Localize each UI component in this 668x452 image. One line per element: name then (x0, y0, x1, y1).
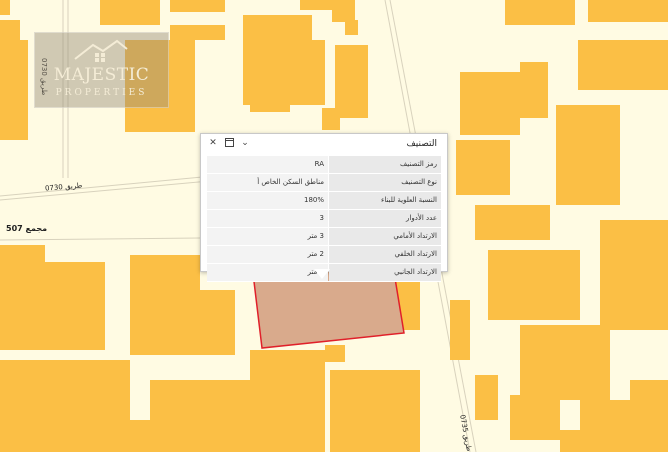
table-row: RA رمز التصنيف (207, 156, 441, 174)
row-value: 180% (207, 192, 328, 209)
row-key: الارتداد الخلفي (329, 246, 441, 263)
watermark-line2: PROPERTIES (55, 88, 148, 98)
close-icon[interactable]: ✕ (208, 138, 218, 148)
row-value: 3 متر (207, 228, 328, 245)
row-key: رمز التصنيف (329, 156, 441, 173)
row-key: عدد الأدوار (329, 210, 441, 227)
classification-popup: ✕ ⌄ التصنيف RA رمز التصنيف مناطق السكن ال… (200, 133, 448, 282)
roof-icon (74, 39, 128, 62)
table-row: 180% النسبة العلوية للبناء (207, 192, 441, 210)
watermark-logo: MAJESTIC PROPERTIES (34, 32, 169, 108)
popup-header: ✕ ⌄ التصنيف (201, 134, 447, 154)
row-key: الارتداد الجانبي (329, 264, 441, 281)
row-value: مناطق السكن الخاص أ (207, 174, 328, 191)
row-value: 2 متر (207, 264, 328, 281)
table-row: 3 عدد الأدوار (207, 210, 441, 228)
block-label: مجمع 507 (6, 224, 48, 233)
row-value: 3 (207, 210, 328, 227)
row-key: الارتداد الأمامي (329, 228, 441, 245)
row-value: 2 متر (207, 246, 328, 263)
row-key: النسبة العلوية للبناء (329, 192, 441, 209)
attribute-table: RA رمز التصنيف مناطق السكن الخاص أ نوع الت… (207, 156, 441, 282)
maximize-icon[interactable] (224, 138, 234, 148)
watermark-line1: MAJESTIC (53, 65, 150, 85)
row-value: RA (207, 156, 328, 173)
table-row: 3 متر الارتداد الأمامي (207, 228, 441, 246)
popup-title: التصنيف (406, 139, 437, 149)
table-row: 2 متر الارتداد الخلفي (207, 246, 441, 264)
chevron-down-icon[interactable]: ⌄ (240, 138, 250, 148)
row-key: نوع التصنيف (329, 174, 441, 191)
popup-pointer (314, 269, 330, 279)
table-row: مناطق السكن الخاص أ نوع التصنيف (207, 174, 441, 192)
